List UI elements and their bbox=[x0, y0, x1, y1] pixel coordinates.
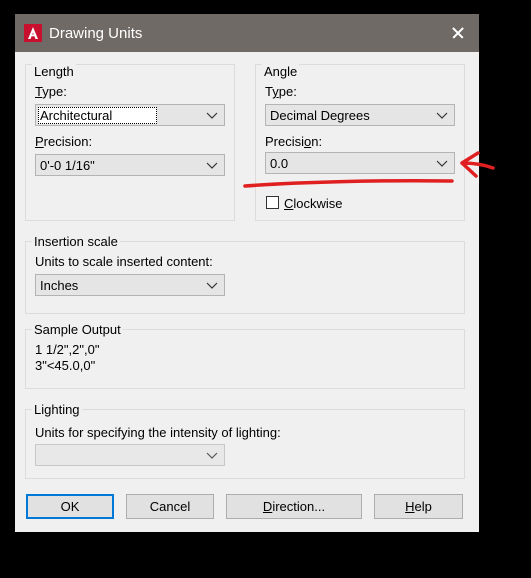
underline-mark bbox=[243, 179, 454, 188]
red-annotation bbox=[243, 151, 495, 188]
arrow-mark bbox=[460, 151, 495, 178]
